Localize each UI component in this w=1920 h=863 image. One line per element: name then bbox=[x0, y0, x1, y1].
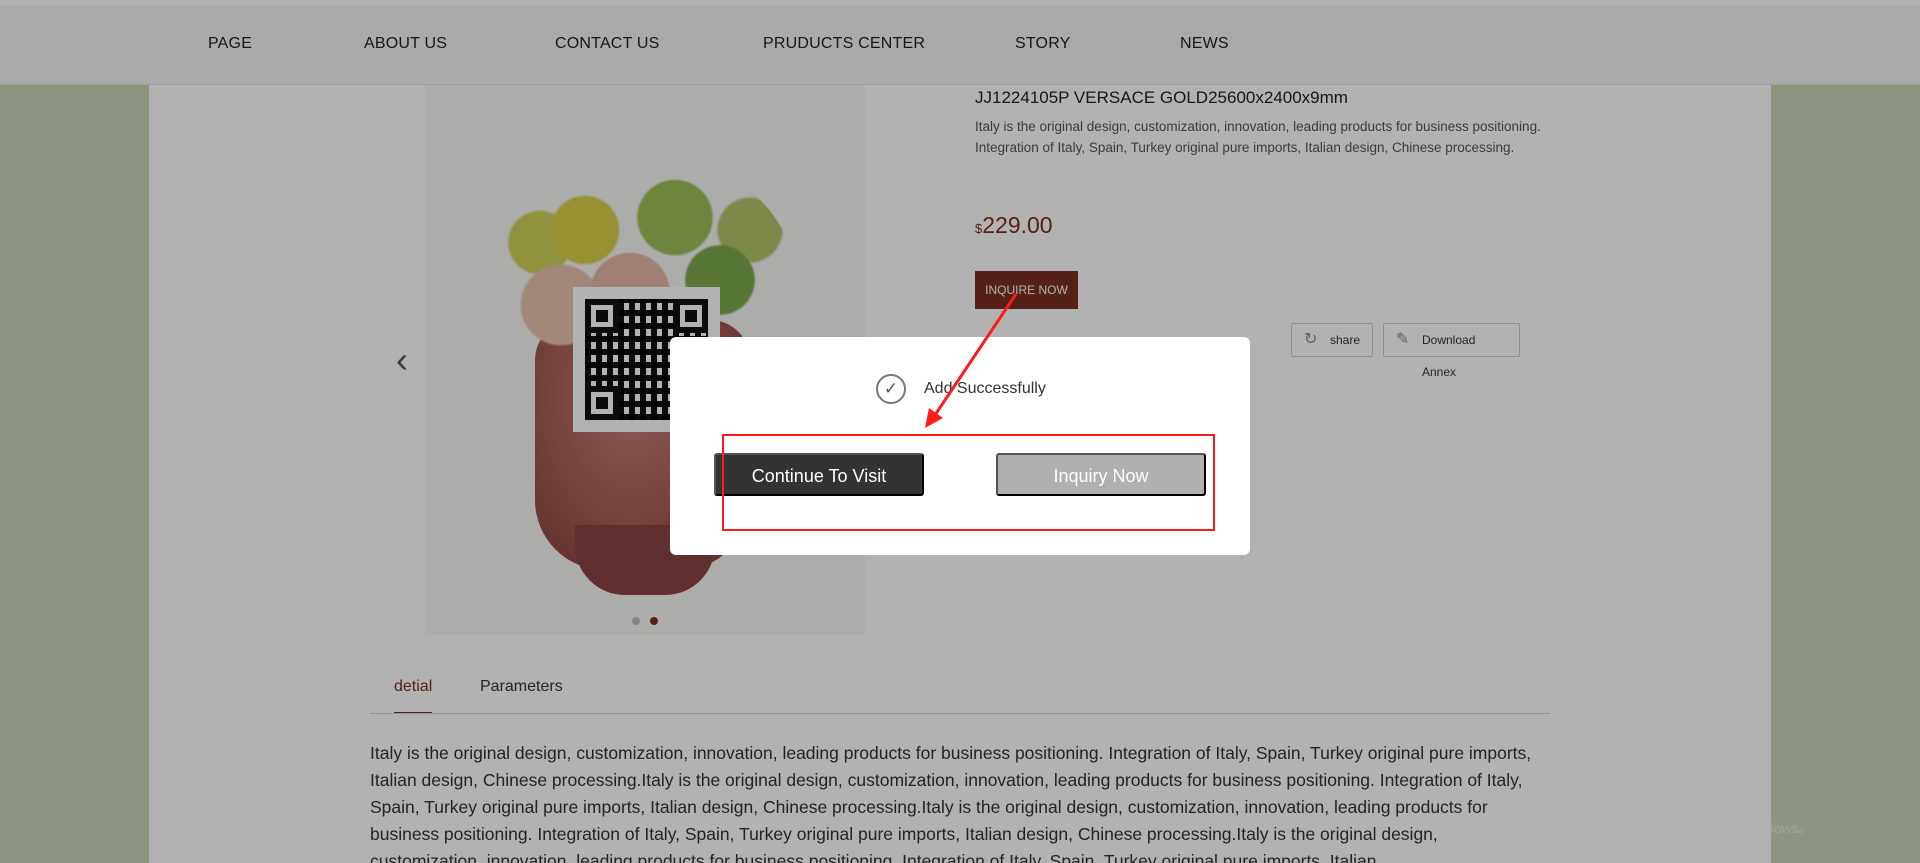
annotation-highlight-box bbox=[722, 434, 1215, 531]
success-message: Add Successfully bbox=[924, 380, 1046, 397]
check-circle-icon: ✓ bbox=[876, 374, 906, 404]
